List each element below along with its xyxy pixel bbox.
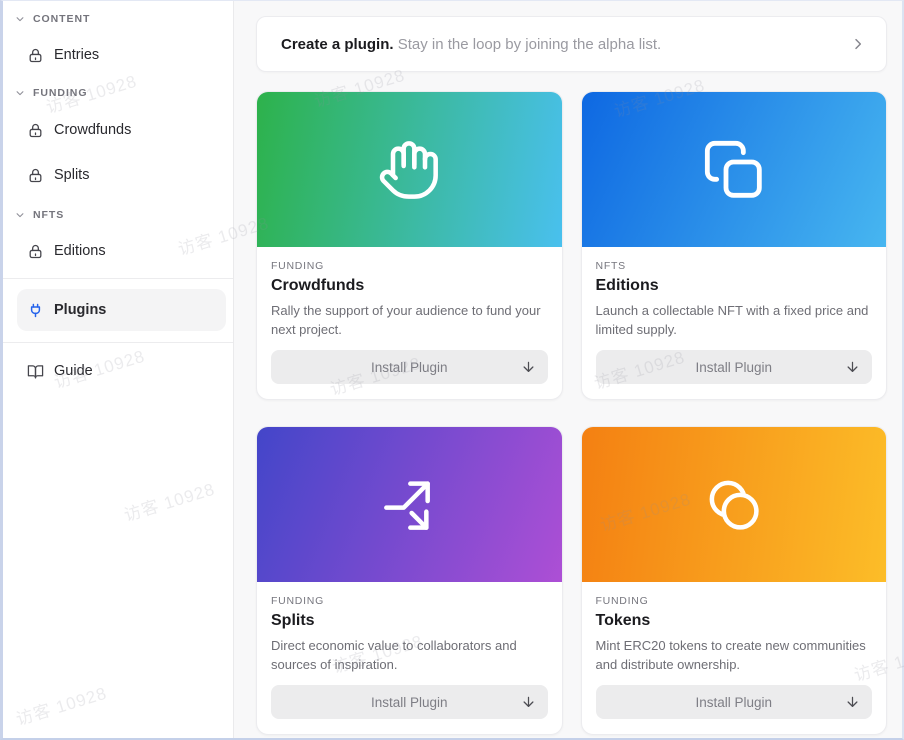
sidebar-item-crowdfunds[interactable]: Crowdfunds (3, 112, 233, 148)
card-category: FUNDING (271, 595, 548, 608)
install-plugin-button[interactable]: Install Plugin (271, 350, 548, 384)
lock-icon (27, 167, 44, 184)
plugin-card-editions: NFTS Editions Launch a collectable NFT w… (581, 91, 888, 400)
arrow-down-icon (845, 695, 860, 710)
arrow-down-icon (521, 695, 536, 710)
plugin-card-splits: FUNDING Splits Direct economic value to … (256, 426, 563, 735)
card-title: Editions (596, 275, 873, 296)
card-title: Crowdfunds (271, 275, 548, 296)
sidebar-item-plugins[interactable]: Plugins (17, 289, 226, 331)
sidebar-section-label: FUNDING (33, 87, 87, 99)
chevron-right-icon (850, 36, 866, 52)
split-arrows-icon (377, 473, 441, 537)
banner-title: Create a plugin. (281, 36, 394, 53)
lock-icon (27, 243, 44, 260)
install-plugin-button[interactable]: Install Plugin (596, 685, 873, 719)
sidebar-item-entries[interactable]: Entries (3, 37, 233, 73)
install-button-label: Install Plugin (695, 360, 772, 375)
arrow-down-icon (845, 360, 860, 375)
sidebar-item-label: Editions (54, 243, 106, 259)
sidebar-divider (3, 342, 233, 343)
sidebar-section-content[interactable]: CONTENT (3, 9, 233, 29)
card-cover (582, 427, 887, 582)
plugin-card-crowdfunds: FUNDING Crowdfunds Rally the support of … (256, 91, 563, 400)
hand-icon (377, 138, 441, 202)
plug-icon (27, 302, 44, 319)
card-title: Splits (271, 610, 548, 631)
sidebar-item-guide[interactable]: Guide (3, 353, 233, 389)
sidebar-item-splits[interactable]: Splits (3, 157, 233, 193)
card-description: Mint ERC20 tokens to create new communit… (596, 637, 873, 674)
card-title: Tokens (596, 610, 873, 631)
sidebar-item-label: Entries (54, 47, 99, 63)
plugin-card-grid: FUNDING Crowdfunds Rally the support of … (256, 91, 887, 735)
sidebar-item-label: Splits (54, 167, 89, 183)
card-category: FUNDING (271, 260, 548, 273)
install-button-label: Install Plugin (371, 695, 448, 710)
sidebar: CONTENT Entries FUNDING Crowdfunds Split… (3, 1, 234, 738)
sidebar-section-label: NFTS (33, 209, 64, 221)
banner-subtitle: Stay in the loop by joining the alpha li… (394, 36, 662, 53)
chevron-down-icon (15, 14, 25, 24)
sidebar-section-nfts[interactable]: NFTS (3, 205, 233, 225)
banner-text: Create a plugin. Stay in the loop by joi… (281, 36, 850, 53)
lock-icon (27, 122, 44, 139)
card-cover (257, 92, 562, 247)
book-open-icon (27, 363, 44, 380)
arrow-down-icon (521, 360, 536, 375)
install-plugin-button[interactable]: Install Plugin (596, 350, 873, 384)
main-content: Create a plugin. Stay in the loop by joi… (234, 1, 902, 738)
card-cover (582, 92, 887, 247)
sidebar-item-editions[interactable]: Editions (3, 233, 233, 269)
card-body: FUNDING Crowdfunds Rally the support of … (257, 247, 562, 399)
app-window: CONTENT Entries FUNDING Crowdfunds Split… (0, 0, 904, 740)
sidebar-section-funding[interactable]: FUNDING (3, 83, 233, 103)
sidebar-item-label: Guide (54, 363, 93, 379)
install-button-label: Install Plugin (695, 695, 772, 710)
sidebar-item-label: Crowdfunds (54, 122, 131, 138)
install-plugin-button[interactable]: Install Plugin (271, 685, 548, 719)
install-button-label: Install Plugin (371, 360, 448, 375)
coins-icon (702, 473, 766, 537)
chevron-down-icon (15, 88, 25, 98)
card-description: Direct economic value to collaborators a… (271, 637, 548, 674)
card-description: Launch a collectable NFT with a fixed pr… (596, 302, 873, 339)
card-category: FUNDING (596, 595, 873, 608)
copy-squares-icon (702, 138, 766, 202)
sidebar-divider (3, 278, 233, 279)
create-plugin-banner[interactable]: Create a plugin. Stay in the loop by joi… (256, 16, 887, 72)
card-description: Rally the support of your audience to fu… (271, 302, 548, 339)
card-body: FUNDING Tokens Mint ERC20 tokens to crea… (582, 582, 887, 734)
card-body: FUNDING Splits Direct economic value to … (257, 582, 562, 734)
card-body: NFTS Editions Launch a collectable NFT w… (582, 247, 887, 399)
sidebar-section-label: CONTENT (33, 13, 90, 25)
sidebar-item-label: Plugins (54, 302, 106, 318)
lock-icon (27, 47, 44, 64)
plugin-card-tokens: FUNDING Tokens Mint ERC20 tokens to crea… (581, 426, 888, 735)
chevron-down-icon (15, 210, 25, 220)
card-cover (257, 427, 562, 582)
card-category: NFTS (596, 260, 873, 273)
